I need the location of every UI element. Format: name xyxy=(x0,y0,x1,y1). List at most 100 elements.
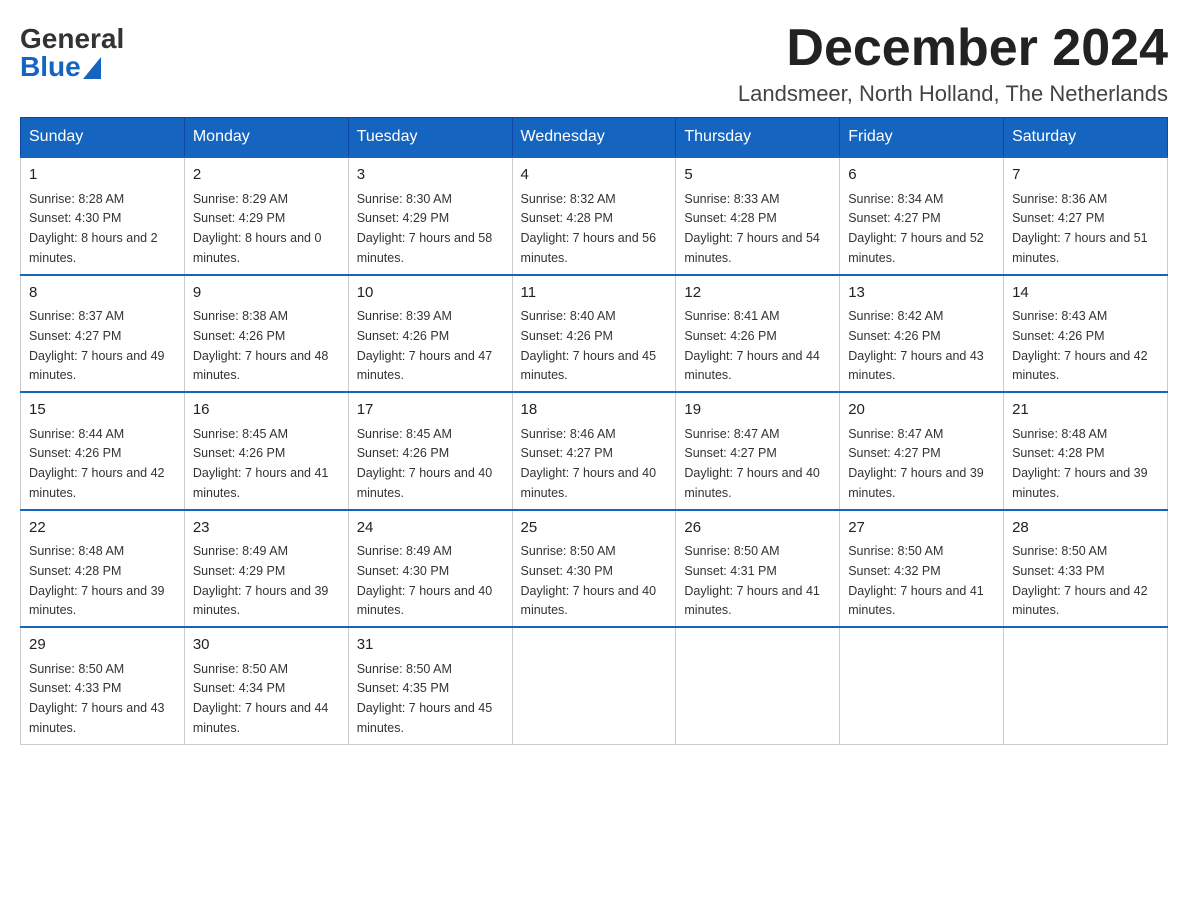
day-info: Sunrise: 8:37 AMSunset: 4:27 PMDaylight:… xyxy=(29,309,165,382)
day-number: 12 xyxy=(684,282,831,305)
table-row: 29 Sunrise: 8:50 AMSunset: 4:33 PMDaylig… xyxy=(21,627,185,744)
day-info: Sunrise: 8:47 AMSunset: 4:27 PMDaylight:… xyxy=(684,427,820,500)
day-number: 22 xyxy=(29,517,176,540)
page-header: General Blue December 2024 Landsmeer, No… xyxy=(20,20,1168,107)
week-row-3: 15 Sunrise: 8:44 AMSunset: 4:26 PMDaylig… xyxy=(21,392,1168,510)
table-row: 17 Sunrise: 8:45 AMSunset: 4:26 PMDaylig… xyxy=(348,392,512,510)
table-row: 26 Sunrise: 8:50 AMSunset: 4:31 PMDaylig… xyxy=(676,510,840,628)
day-info: Sunrise: 8:47 AMSunset: 4:27 PMDaylight:… xyxy=(848,427,984,500)
week-row-4: 22 Sunrise: 8:48 AMSunset: 4:28 PMDaylig… xyxy=(21,510,1168,628)
day-number: 9 xyxy=(193,282,340,305)
table-row: 12 Sunrise: 8:41 AMSunset: 4:26 PMDaylig… xyxy=(676,275,840,393)
table-row: 27 Sunrise: 8:50 AMSunset: 4:32 PMDaylig… xyxy=(840,510,1004,628)
table-row: 6 Sunrise: 8:34 AMSunset: 4:27 PMDayligh… xyxy=(840,157,1004,275)
day-info: Sunrise: 8:49 AMSunset: 4:30 PMDaylight:… xyxy=(357,544,493,617)
day-number: 30 xyxy=(193,634,340,657)
logo-arrow-icon xyxy=(83,57,101,79)
day-info: Sunrise: 8:50 AMSunset: 4:33 PMDaylight:… xyxy=(29,662,165,735)
table-row: 2 Sunrise: 8:29 AMSunset: 4:29 PMDayligh… xyxy=(184,157,348,275)
day-info: Sunrise: 8:33 AMSunset: 4:28 PMDaylight:… xyxy=(684,192,820,265)
logo-general-text: General xyxy=(20,25,124,53)
day-number: 15 xyxy=(29,399,176,422)
table-row: 10 Sunrise: 8:39 AMSunset: 4:26 PMDaylig… xyxy=(348,275,512,393)
day-info: Sunrise: 8:34 AMSunset: 4:27 PMDaylight:… xyxy=(848,192,984,265)
table-row: 4 Sunrise: 8:32 AMSunset: 4:28 PMDayligh… xyxy=(512,157,676,275)
day-info: Sunrise: 8:40 AMSunset: 4:26 PMDaylight:… xyxy=(521,309,657,382)
day-number: 21 xyxy=(1012,399,1159,422)
table-row: 7 Sunrise: 8:36 AMSunset: 4:27 PMDayligh… xyxy=(1004,157,1168,275)
table-row xyxy=(512,627,676,744)
table-row: 9 Sunrise: 8:38 AMSunset: 4:26 PMDayligh… xyxy=(184,275,348,393)
day-info: Sunrise: 8:29 AMSunset: 4:29 PMDaylight:… xyxy=(193,192,322,265)
table-row: 31 Sunrise: 8:50 AMSunset: 4:35 PMDaylig… xyxy=(348,627,512,744)
week-row-2: 8 Sunrise: 8:37 AMSunset: 4:27 PMDayligh… xyxy=(21,275,1168,393)
day-info: Sunrise: 8:50 AMSunset: 4:32 PMDaylight:… xyxy=(848,544,984,617)
day-info: Sunrise: 8:44 AMSunset: 4:26 PMDaylight:… xyxy=(29,427,165,500)
day-info: Sunrise: 8:32 AMSunset: 4:28 PMDaylight:… xyxy=(521,192,657,265)
header-friday: Friday xyxy=(840,118,1004,158)
day-number: 19 xyxy=(684,399,831,422)
day-number: 26 xyxy=(684,517,831,540)
day-number: 2 xyxy=(193,164,340,187)
table-row: 30 Sunrise: 8:50 AMSunset: 4:34 PMDaylig… xyxy=(184,627,348,744)
table-row xyxy=(1004,627,1168,744)
table-row: 22 Sunrise: 8:48 AMSunset: 4:28 PMDaylig… xyxy=(21,510,185,628)
day-number: 23 xyxy=(193,517,340,540)
table-row: 21 Sunrise: 8:48 AMSunset: 4:28 PMDaylig… xyxy=(1004,392,1168,510)
day-info: Sunrise: 8:46 AMSunset: 4:27 PMDaylight:… xyxy=(521,427,657,500)
day-number: 4 xyxy=(521,164,668,187)
table-row xyxy=(676,627,840,744)
header-thursday: Thursday xyxy=(676,118,840,158)
table-row: 16 Sunrise: 8:45 AMSunset: 4:26 PMDaylig… xyxy=(184,392,348,510)
day-number: 28 xyxy=(1012,517,1159,540)
weekday-header-row: Sunday Monday Tuesday Wednesday Thursday… xyxy=(21,118,1168,158)
table-row: 24 Sunrise: 8:49 AMSunset: 4:30 PMDaylig… xyxy=(348,510,512,628)
day-info: Sunrise: 8:45 AMSunset: 4:26 PMDaylight:… xyxy=(193,427,329,500)
day-info: Sunrise: 8:28 AMSunset: 4:30 PMDaylight:… xyxy=(29,192,158,265)
day-number: 7 xyxy=(1012,164,1159,187)
day-info: Sunrise: 8:48 AMSunset: 4:28 PMDaylight:… xyxy=(1012,427,1148,500)
day-info: Sunrise: 8:42 AMSunset: 4:26 PMDaylight:… xyxy=(848,309,984,382)
day-number: 29 xyxy=(29,634,176,657)
logo-blue-text: Blue xyxy=(20,53,124,81)
day-info: Sunrise: 8:43 AMSunset: 4:26 PMDaylight:… xyxy=(1012,309,1148,382)
day-number: 11 xyxy=(521,282,668,305)
header-sunday: Sunday xyxy=(21,118,185,158)
table-row: 28 Sunrise: 8:50 AMSunset: 4:33 PMDaylig… xyxy=(1004,510,1168,628)
day-info: Sunrise: 8:50 AMSunset: 4:30 PMDaylight:… xyxy=(521,544,657,617)
day-number: 27 xyxy=(848,517,995,540)
day-number: 25 xyxy=(521,517,668,540)
table-row xyxy=(840,627,1004,744)
day-info: Sunrise: 8:48 AMSunset: 4:28 PMDaylight:… xyxy=(29,544,165,617)
header-monday: Monday xyxy=(184,118,348,158)
day-number: 10 xyxy=(357,282,504,305)
day-info: Sunrise: 8:50 AMSunset: 4:33 PMDaylight:… xyxy=(1012,544,1148,617)
week-row-1: 1 Sunrise: 8:28 AMSunset: 4:30 PMDayligh… xyxy=(21,157,1168,275)
month-title: December 2024 xyxy=(738,20,1168,77)
table-row: 15 Sunrise: 8:44 AMSunset: 4:26 PMDaylig… xyxy=(21,392,185,510)
table-row: 1 Sunrise: 8:28 AMSunset: 4:30 PMDayligh… xyxy=(21,157,185,275)
day-info: Sunrise: 8:50 AMSunset: 4:31 PMDaylight:… xyxy=(684,544,820,617)
table-row: 18 Sunrise: 8:46 AMSunset: 4:27 PMDaylig… xyxy=(512,392,676,510)
day-number: 20 xyxy=(848,399,995,422)
day-number: 6 xyxy=(848,164,995,187)
table-row: 25 Sunrise: 8:50 AMSunset: 4:30 PMDaylig… xyxy=(512,510,676,628)
day-info: Sunrise: 8:41 AMSunset: 4:26 PMDaylight:… xyxy=(684,309,820,382)
header-saturday: Saturday xyxy=(1004,118,1168,158)
table-row: 11 Sunrise: 8:40 AMSunset: 4:26 PMDaylig… xyxy=(512,275,676,393)
day-info: Sunrise: 8:38 AMSunset: 4:26 PMDaylight:… xyxy=(193,309,329,382)
title-area: December 2024 Landsmeer, North Holland, … xyxy=(738,20,1168,107)
calendar-table: Sunday Monday Tuesday Wednesday Thursday… xyxy=(20,117,1168,745)
day-info: Sunrise: 8:50 AMSunset: 4:34 PMDaylight:… xyxy=(193,662,329,735)
header-wednesday: Wednesday xyxy=(512,118,676,158)
day-number: 1 xyxy=(29,164,176,187)
table-row: 5 Sunrise: 8:33 AMSunset: 4:28 PMDayligh… xyxy=(676,157,840,275)
day-number: 14 xyxy=(1012,282,1159,305)
day-number: 18 xyxy=(521,399,668,422)
day-number: 24 xyxy=(357,517,504,540)
day-info: Sunrise: 8:30 AMSunset: 4:29 PMDaylight:… xyxy=(357,192,493,265)
day-info: Sunrise: 8:39 AMSunset: 4:26 PMDaylight:… xyxy=(357,309,493,382)
day-number: 3 xyxy=(357,164,504,187)
day-info: Sunrise: 8:49 AMSunset: 4:29 PMDaylight:… xyxy=(193,544,329,617)
day-number: 8 xyxy=(29,282,176,305)
